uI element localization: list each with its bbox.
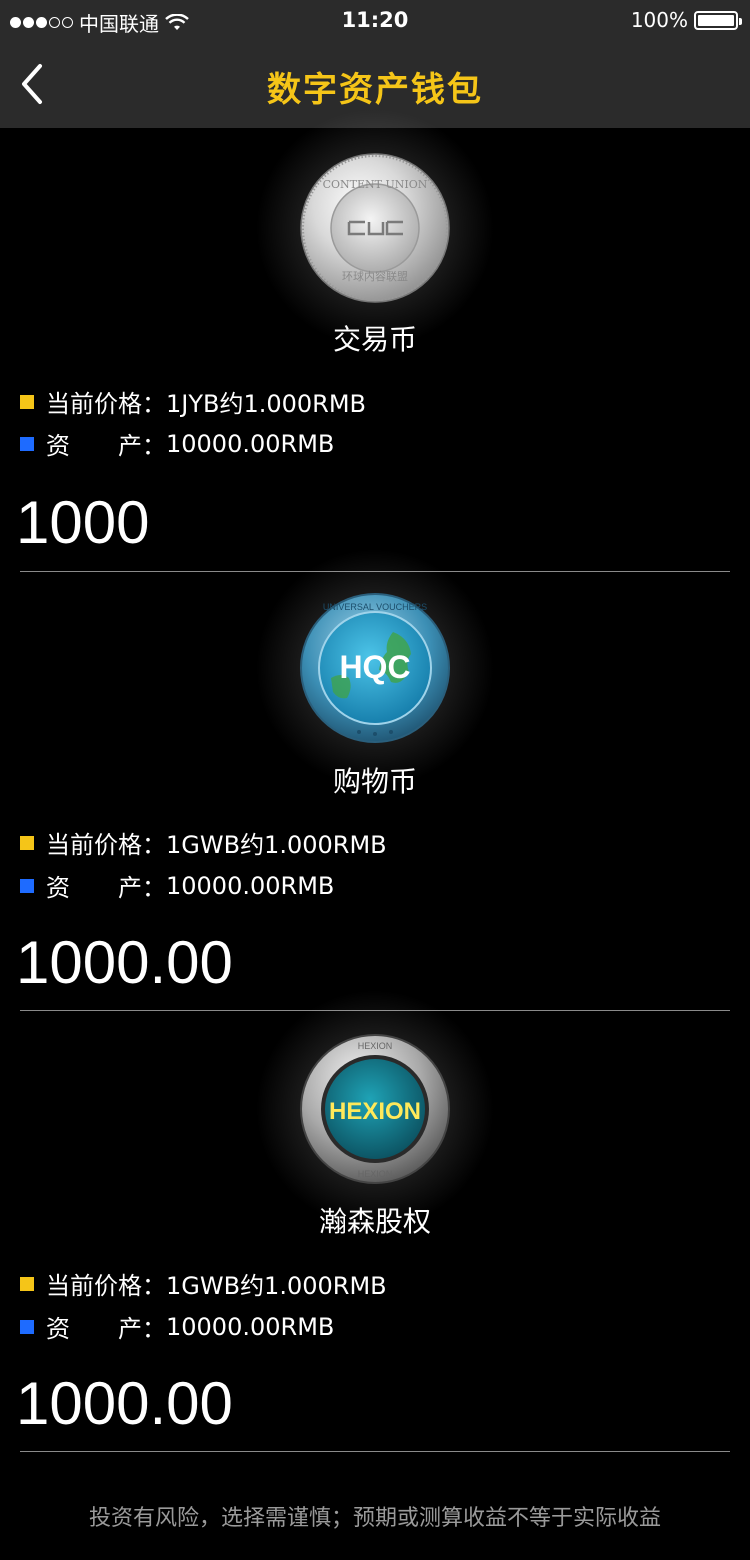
asset-card-gwb[interactable]: HQC UNIVERSAL VOUCHERS 购物币 当前价格： 1GWB约1.…	[0, 548, 750, 1011]
asset-card-jyb[interactable]: CONTENT UNION 环球内容联盟 交易币 当前价格： 1JYB约1.00…	[0, 108, 750, 572]
price-label: 当前价格：	[46, 1272, 166, 1300]
asset-bullet	[20, 1319, 34, 1334]
asset-value-row: 资产： 10000.00RMB	[20, 868, 334, 903]
battery-percent: 100%	[630, 8, 688, 32]
status-right: 100%	[630, 8, 742, 32]
price-label: 当前价格：	[46, 831, 166, 859]
price-bullet	[20, 1276, 34, 1291]
asset-label: 资产：	[46, 874, 166, 902]
page-title: 数字资产钱包	[267, 70, 483, 110]
price-value: 1GWB约1.000RMB	[166, 831, 387, 859]
asset-label: 资产：	[46, 432, 166, 460]
asset-value: 10000.00RMB	[166, 1312, 335, 1341]
svg-text:HQC: HQC	[339, 649, 410, 685]
svg-text:HEXION: HEXION	[329, 1098, 421, 1125]
price-row: 当前价格： 1JYB约1.000RMB	[20, 384, 366, 419]
price-value: 1GWB约1.000RMB	[166, 1272, 387, 1300]
asset-card-hexion[interactable]: HEXION HEXION HEXION 瀚森股权 当前价格： 1GWB约1.0…	[0, 989, 750, 1452]
svg-text:HEXION: HEXION	[358, 1169, 393, 1179]
divider	[20, 1451, 730, 1452]
risk-disclaimer: 投资有风险，选择需谨慎；预期或测算收益不等于实际收益	[88, 1506, 661, 1531]
asset-bullet	[20, 878, 34, 893]
asset-name: 瀚森股权	[318, 1205, 431, 1238]
asset-name: 购物币	[332, 765, 417, 798]
asset-value: 10000.00RMB	[166, 429, 335, 458]
asset-amount: 1000.00	[16, 1370, 233, 1437]
battery-icon	[694, 10, 742, 30]
svg-text:CONTENT UNION: CONTENT UNION	[323, 178, 428, 191]
silver-coin-icon: CONTENT UNION 环球内容联盟	[300, 153, 450, 303]
svg-text:UNIVERSAL VOUCHERS: UNIVERSAL VOUCHERS	[323, 602, 427, 612]
asset-name: 交易币	[332, 323, 417, 356]
svg-text:HEXION: HEXION	[358, 1041, 393, 1051]
price-row: 当前价格： 1GWB约1.000RMB	[20, 1266, 387, 1301]
asset-amount: 1000	[16, 489, 150, 556]
price-row: 当前价格： 1GWB约1.000RMB	[20, 825, 387, 860]
hexion-coin-icon: HEXION HEXION HEXION	[300, 1034, 450, 1184]
asset-label: 资产：	[46, 1315, 166, 1343]
svg-text:环球内容联盟: 环球内容联盟	[342, 269, 408, 283]
hqc-globe-coin-icon: HQC UNIVERSAL VOUCHERS	[300, 593, 450, 743]
price-bullet	[20, 835, 34, 850]
asset-amount: 1000.00	[16, 929, 233, 996]
asset-value: 10000.00RMB	[166, 871, 335, 900]
asset-bullet	[20, 436, 34, 451]
price-bullet	[20, 394, 34, 409]
asset-value-row: 资产： 10000.00RMB	[20, 426, 334, 461]
price-label: 当前价格：	[46, 390, 166, 418]
asset-value-row: 资产： 10000.00RMB	[20, 1309, 334, 1344]
price-value: 1JYB约1.000RMB	[166, 390, 367, 418]
status-bar: 中国联通 11:20 100%	[0, 0, 750, 40]
